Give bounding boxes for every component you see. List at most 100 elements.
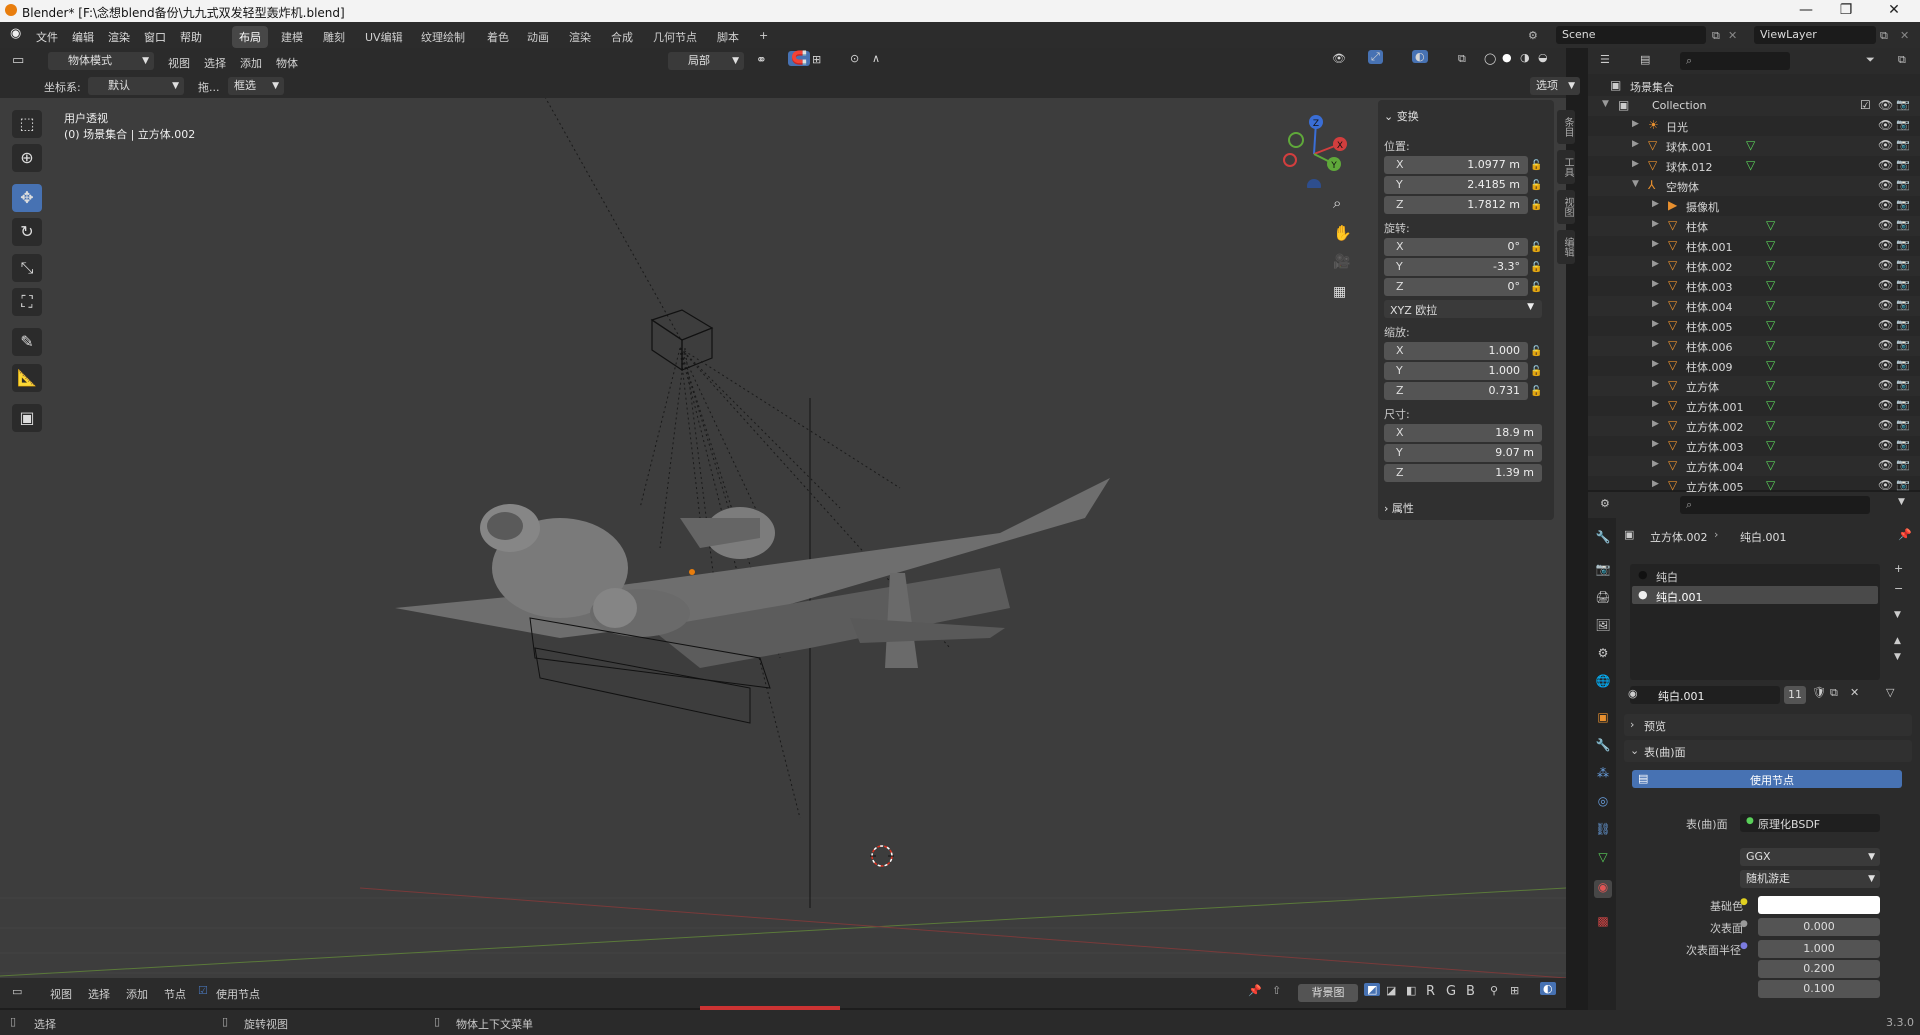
expand-icon[interactable]: ▶ [1652,319,1659,329]
expand-icon[interactable]: ▶ [1652,279,1659,289]
breadcrumb-material[interactable]: 纯白.001 [1740,529,1787,545]
subsurface-radius-y-field[interactable]: 0.200 [1758,960,1880,978]
subsurface-method-dropdown[interactable]: 随机游走 ▼ [1740,870,1880,888]
mesh-data-icon[interactable]: ▽ [1766,458,1775,472]
measure-tool[interactable]: 📐 [12,364,42,392]
pin-icon[interactable]: 📌 [1898,528,1912,541]
expand-icon[interactable]: ▶ [1652,339,1659,349]
lock-icon[interactable]: 🔓 [1530,262,1542,273]
tab-item[interactable]: 条目 [1557,110,1575,144]
new-collection-icon[interactable]: ⧉ [1898,53,1906,67]
new-viewlayer-icon[interactable]: ⧉ [1880,29,1888,43]
delete-viewlayer-icon[interactable]: ✕ [1900,29,1909,42]
menu-select[interactable]: 选择 [204,55,226,71]
expand-icon[interactable]: ▶ [1652,219,1659,229]
render-icon[interactable]: 📷 [1896,198,1910,211]
scale-z-field[interactable]: Z 0.731 [1384,382,1528,400]
outliner-row-scene-collection[interactable]: ▣ 场景集合 [1588,76,1920,96]
pin-icon[interactable]: 📌 [1248,984,1262,997]
subsurface-field[interactable]: 0.000 [1758,918,1880,936]
move-tool[interactable]: ✥ [12,184,42,212]
snap-icon[interactable]: ⚲ [1490,984,1498,997]
eye-icon[interactable]: 👁 [1878,318,1893,332]
tab-tool[interactable]: 工具 [1557,150,1575,184]
menu-add[interactable]: 添加 [240,55,262,71]
material-shading-icon[interactable]: ◑ [1520,51,1530,64]
material-link-icon[interactable]: ▽ [1886,686,1894,699]
texture-tab-icon[interactable]: ▩ [1594,914,1612,932]
chevron-down-icon[interactable]: ▼ [1898,497,1905,507]
outliner-row-collection[interactable]: ▼ ▣ Collection ☑ 👁 📷 [1588,96,1920,116]
delete-scene-icon[interactable]: ✕ [1728,29,1737,42]
eye-icon[interactable]: 👁 [1878,438,1893,452]
eye-icon[interactable]: 👁 [1878,218,1893,232]
surface-shader-field[interactable]: ● 原理化BSDF [1740,814,1880,832]
new-scene-icon[interactable]: ⧉ [1712,29,1720,43]
outliner-row-item[interactable]: ▶ ▽ 柱体.006 ▽ 👁 📷 [1588,336,1920,356]
display-mode-icon[interactable]: ▤ [1640,53,1650,66]
material-name-field[interactable]: ◉ 纯白.001 [1628,686,1780,704]
viewlayer-field[interactable]: ViewLayer [1754,26,1876,44]
mesh-data-icon[interactable]: ▽ [1746,158,1755,172]
render-icon[interactable]: 📷 [1896,458,1910,471]
render-icon[interactable]: 📷 [1896,98,1910,111]
mesh-data-icon[interactable]: ▽ [1766,298,1775,312]
object-tab-icon[interactable]: ▣ [1594,710,1612,728]
channel-b[interactable]: B [1466,984,1475,999]
rotation-mode-dropdown[interactable]: XYZ 欧拉 ▼ [1384,300,1542,318]
pan-hand-icon[interactable]: ✋ [1333,224,1352,242]
base-color-swatch[interactable] [1758,896,1880,914]
preview-panel-header[interactable]: › 预览 [1624,714,1912,736]
checkbox-icon[interactable]: ☑ [1860,98,1871,112]
grid-snap-icon[interactable]: ⊞ [1510,984,1519,997]
channel-g[interactable]: G [1446,984,1456,999]
location-y-field[interactable]: Y 2.4185 m [1384,176,1528,194]
view-layer-tab-icon[interactable]: 🖼 [1594,618,1612,636]
add-slot-icon[interactable]: + [1894,562,1903,575]
eye-icon[interactable]: 👁 [1878,398,1893,412]
mesh-data-icon[interactable]: ▽ [1766,318,1775,332]
render-icon[interactable]: 📷 [1896,278,1910,291]
slot-menu-icon[interactable]: ▼ [1894,610,1901,620]
lock-icon[interactable]: 🔓 [1530,160,1542,171]
eye-icon[interactable]: 👁 [1878,238,1893,252]
expand-icon[interactable]: ▶ [1652,379,1659,389]
render-icon[interactable]: 📷 [1896,318,1910,331]
tab-animation[interactable]: 动画 [520,26,556,48]
ortho-grid-icon[interactable]: ▦ [1333,284,1346,300]
eye-icon[interactable]: 👁 [1878,298,1893,312]
particles-tab-icon[interactable]: ⁂ [1594,766,1612,784]
backdrop-color-icon[interactable]: ◧ [1406,984,1416,997]
scale-y-field[interactable]: Y 1.000 [1384,362,1528,380]
blender-menu-icon[interactable]: ◉ [10,26,21,41]
transform-orientation-dropdown[interactable]: 局部 ▼ [668,52,744,70]
mesh-data-icon[interactable]: ▽ [1766,238,1775,252]
remove-slot-icon[interactable]: − [1894,582,1903,595]
zoom-icon[interactable]: ⌕ [1333,194,1341,212]
scene-icon[interactable]: ⚙ [1528,29,1538,42]
annotate-tool[interactable]: ✎ [12,328,42,356]
render-icon[interactable]: 📷 [1896,138,1910,151]
select-box-tool[interactable]: ⬚ [12,110,42,138]
menu-view[interactable]: 视图 [168,55,190,71]
proportional-edit-icon[interactable]: ⊙ [850,52,859,65]
eye-icon[interactable]: 👁 [1878,358,1893,372]
editor-type-icon[interactable]: ▭ [12,53,24,68]
pivot-icon[interactable]: ⚭ [756,53,767,68]
expand-icon[interactable]: ▶ [1632,139,1639,149]
data-tab-icon[interactable]: ▽ [1594,850,1612,868]
navigation-gizmo[interactable]: Z X Y [1268,108,1348,188]
outliner-row-item[interactable]: ▶ ▽ 球体.001 ▽ 👁 📷 [1588,136,1920,156]
constraints-tab-icon[interactable]: ⛓ [1594,822,1612,840]
rotation-x-field[interactable]: X 0° [1384,238,1528,256]
render-icon[interactable]: 📷 [1896,218,1910,231]
render-tab-icon[interactable]: 📷 [1594,562,1612,580]
modifier-tab-icon[interactable]: 🔧 [1594,738,1612,756]
expand-icon[interactable]: ▶ [1652,459,1659,469]
solid-shading-icon[interactable]: ● [1502,51,1512,64]
material-users-count[interactable]: 11 [1784,686,1806,704]
render-icon[interactable]: 📷 [1896,158,1910,171]
lock-icon[interactable]: 🔓 [1530,366,1542,377]
subsurface-radius-z-field[interactable]: 0.100 [1758,980,1880,998]
lock-icon[interactable]: 🔓 [1530,242,1542,253]
